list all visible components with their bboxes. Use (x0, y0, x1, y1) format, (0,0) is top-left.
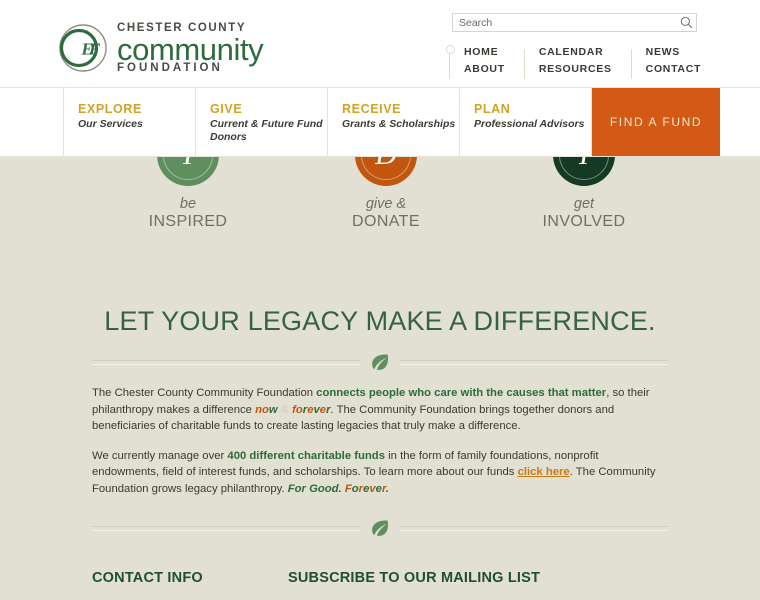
get-involved-caption-bottom: INVOLVED (542, 213, 626, 230)
megabar-item-explore[interactable]: EXPLORE Our Services (64, 88, 196, 156)
p2-bold-1: 400 different charitable funds (227, 449, 385, 462)
p1-now: now (255, 403, 278, 416)
nav-link-calendar[interactable]: CALENDAR (539, 45, 612, 59)
megabar-explore-title: EXPLORE (78, 102, 142, 116)
p1-forever: forever (292, 403, 331, 416)
leaf-icon (372, 520, 389, 536)
contact-info-heading: CONTACT INFO (92, 570, 203, 586)
megabar-explore-subtitle: Our Services (78, 118, 143, 130)
p2-forever: Forever. (344, 482, 389, 495)
p2-s1: We currently manage over (92, 449, 228, 462)
megabar-plan-subtitle: Professional Advisors (474, 118, 585, 130)
nav-link-about[interactable]: ABOUT (464, 62, 505, 76)
give-donate-caption-bottom: DONATE (352, 213, 420, 230)
subscribe-column: SUBSCRIBE TO OUR MAILING LIST Email Addr… (288, 570, 668, 600)
leaf-icon (372, 354, 389, 370)
subscribe-heading: SUBSCRIBE TO OUR MAILING LIST (288, 570, 541, 586)
nav-link-home[interactable]: HOME (464, 45, 505, 59)
megabar-give-subtitle: Current & Future Fund Donors (210, 118, 323, 143)
megabar-receive-subtitle: Grants & Scholarships (342, 118, 456, 130)
legacy-paragraph-1: The Chester County Community Foundation … (92, 385, 668, 435)
legacy-copy: The Chester County Community Foundation … (92, 385, 668, 497)
nav-link-resources[interactable]: RESOURCES (539, 62, 612, 76)
nav-link-news[interactable]: NEWS (646, 45, 701, 59)
leaf-divider-top (92, 353, 668, 371)
p2-for-good: For Good. (287, 482, 342, 495)
megabar-item-plan[interactable]: PLAN Professional Advisors (460, 88, 592, 156)
search-icon[interactable] (676, 16, 696, 29)
nav-column-1: HOME ABOUT (455, 45, 519, 76)
megabar-left-spacer (0, 88, 64, 156)
megabar-plan-title: PLAN (474, 102, 511, 116)
nav-column-2: CALENDAR RESOURCES (530, 45, 626, 76)
be-inspired-caption: be INSPIRED (132, 196, 244, 230)
p1-bold-1: connects people who care with the causes… (316, 387, 607, 399)
megabar-receive-title: RECEIVE (342, 102, 402, 116)
logo-wordmark: CHESTER COUNTY community FOUNDATION (117, 22, 264, 74)
ccf-monogram-icon: E F (59, 24, 107, 72)
nav-divider-1 (519, 45, 530, 79)
megabar-give-title: GIVE (210, 102, 243, 116)
search-box[interactable] (452, 13, 697, 32)
legacy-paragraph-2: We currently manage over 400 different c… (92, 448, 668, 498)
contact-info-column: CONTACT INFO Chester County Community Fo… (92, 570, 288, 600)
nav-divider-dot (444, 45, 455, 79)
nav-column-3: NEWS CONTACT (637, 45, 715, 76)
svg-text:F: F (88, 40, 101, 59)
megabar-item-give[interactable]: GIVE Current & Future Fund Donors (196, 88, 328, 156)
give-donate-caption: give & DONATE (330, 196, 442, 230)
legacy-section: LET YOUR LEGACY MAKE A DIFFERENCE. The C… (0, 256, 760, 537)
megabar-right-spacer (720, 88, 760, 156)
p1-s1: The Chester County Community Foundation (92, 387, 317, 399)
give-donate-caption-top: give & (365, 196, 407, 212)
megabar-item-receive[interactable]: RECEIVE Grants & Scholarships (328, 88, 460, 156)
click-here-link[interactable]: click here (518, 466, 570, 478)
be-inspired-caption-bottom: INSPIRED (148, 213, 228, 230)
quick-links-strip: I be INSPIRED D give & DONATE I get INVO… (0, 124, 760, 256)
site-footer: CONTACT INFO Chester County Community Fo… (0, 537, 760, 600)
nav-divider-2 (626, 45, 637, 79)
logo-line-2: community (117, 31, 264, 67)
leaf-divider-bottom (92, 519, 668, 537)
find-a-fund-button[interactable]: FIND A FUND (592, 88, 720, 156)
search-input[interactable] (453, 14, 676, 31)
p1-amp: & (277, 403, 293, 416)
be-inspired-caption-top: be (179, 196, 197, 212)
page-title: LET YOUR LEGACY MAKE A DIFFERENCE. (104, 306, 656, 336)
primary-navigation-bar: EXPLORE Our Services GIVE Current & Futu… (0, 88, 760, 156)
nav-link-contact[interactable]: CONTACT (646, 62, 701, 76)
site-header: E F CHESTER COUNTY community FOUNDATION … (0, 0, 760, 88)
top-navigation: HOME ABOUT CALENDAR RESOURCES NEWS CONTA… (444, 45, 715, 79)
get-involved-caption: get INVOLVED (528, 196, 640, 230)
get-involved-caption-top: get (573, 196, 595, 212)
site-logo[interactable]: E F CHESTER COUNTY community FOUNDATION (58, 22, 264, 74)
